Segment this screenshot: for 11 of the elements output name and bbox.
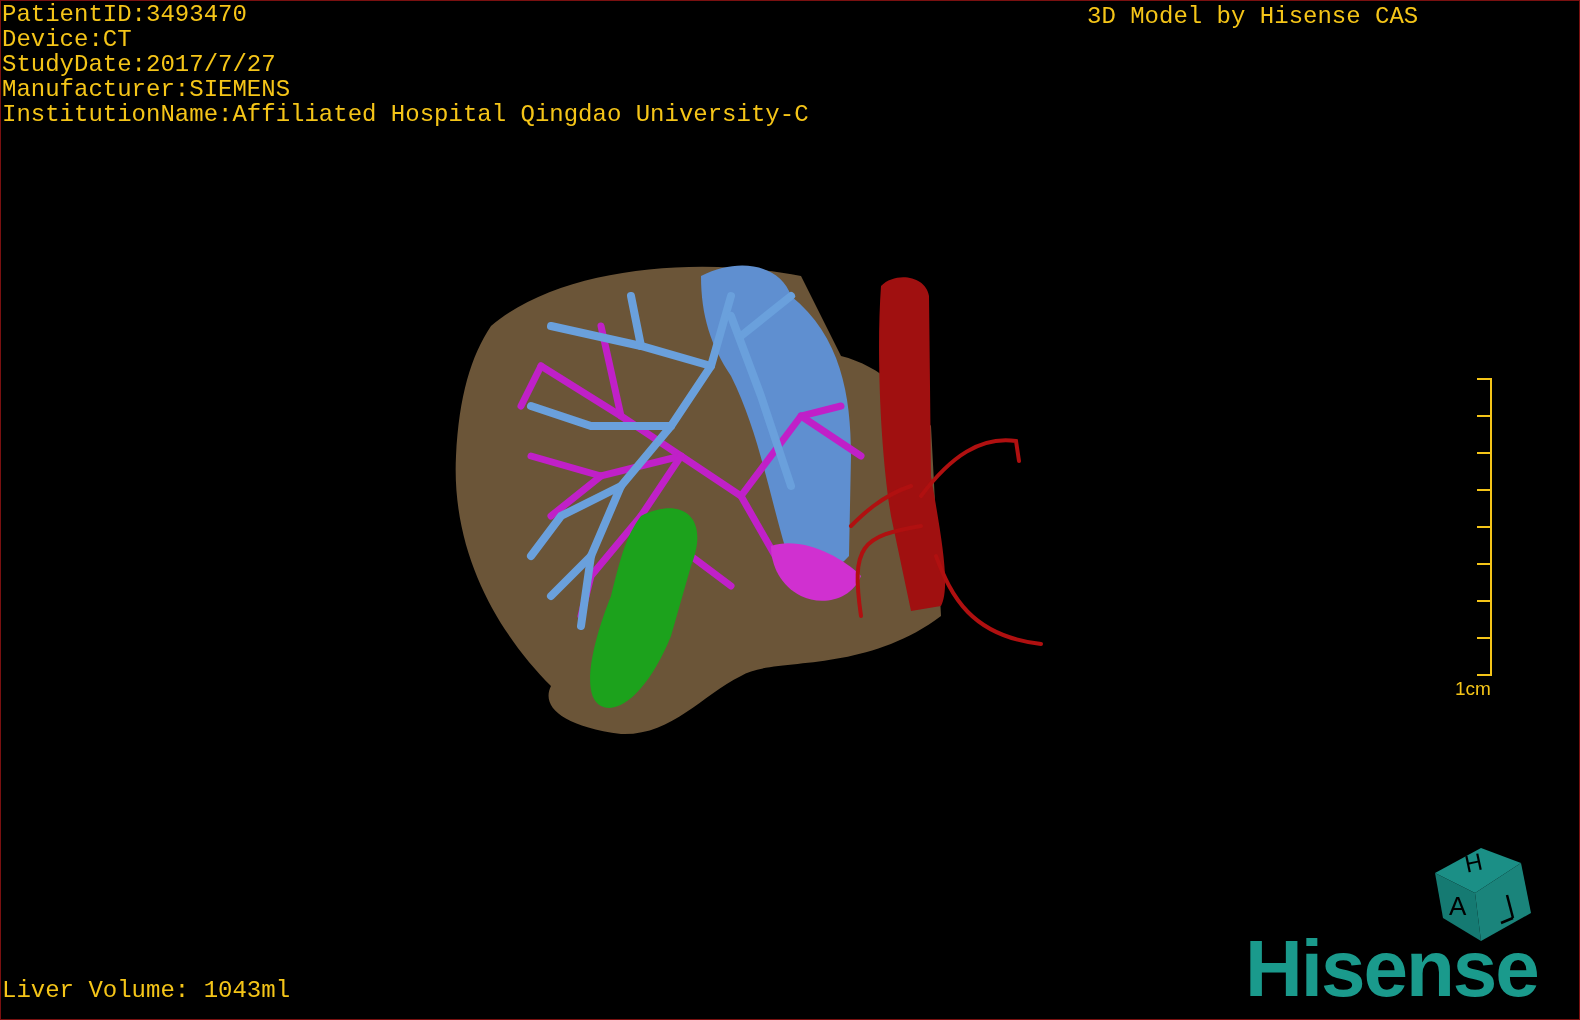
logo: Hisense bbox=[1245, 927, 1538, 1011]
scale-label: 1cm bbox=[1455, 679, 1491, 699]
model-caption: 3D Model by Hisense CAS bbox=[1087, 3, 1419, 31]
study-info-line: Device:CT bbox=[2, 27, 132, 52]
study-info-line: PatientID:3493470 bbox=[2, 2, 247, 27]
study-info-line: InstitutionName:Affiliated Hospital Qingdao University-C bbox=[2, 102, 809, 127]
cube-label: A bbox=[1449, 893, 1467, 919]
liver-volume: Liver Volume: 1043ml bbox=[2, 977, 291, 1005]
study-info-line: StudyDate:2017/7/27 bbox=[2, 52, 276, 77]
cube-label: H bbox=[1462, 849, 1485, 877]
study-info-line: Manufacturer:SIEMENS bbox=[2, 77, 291, 102]
